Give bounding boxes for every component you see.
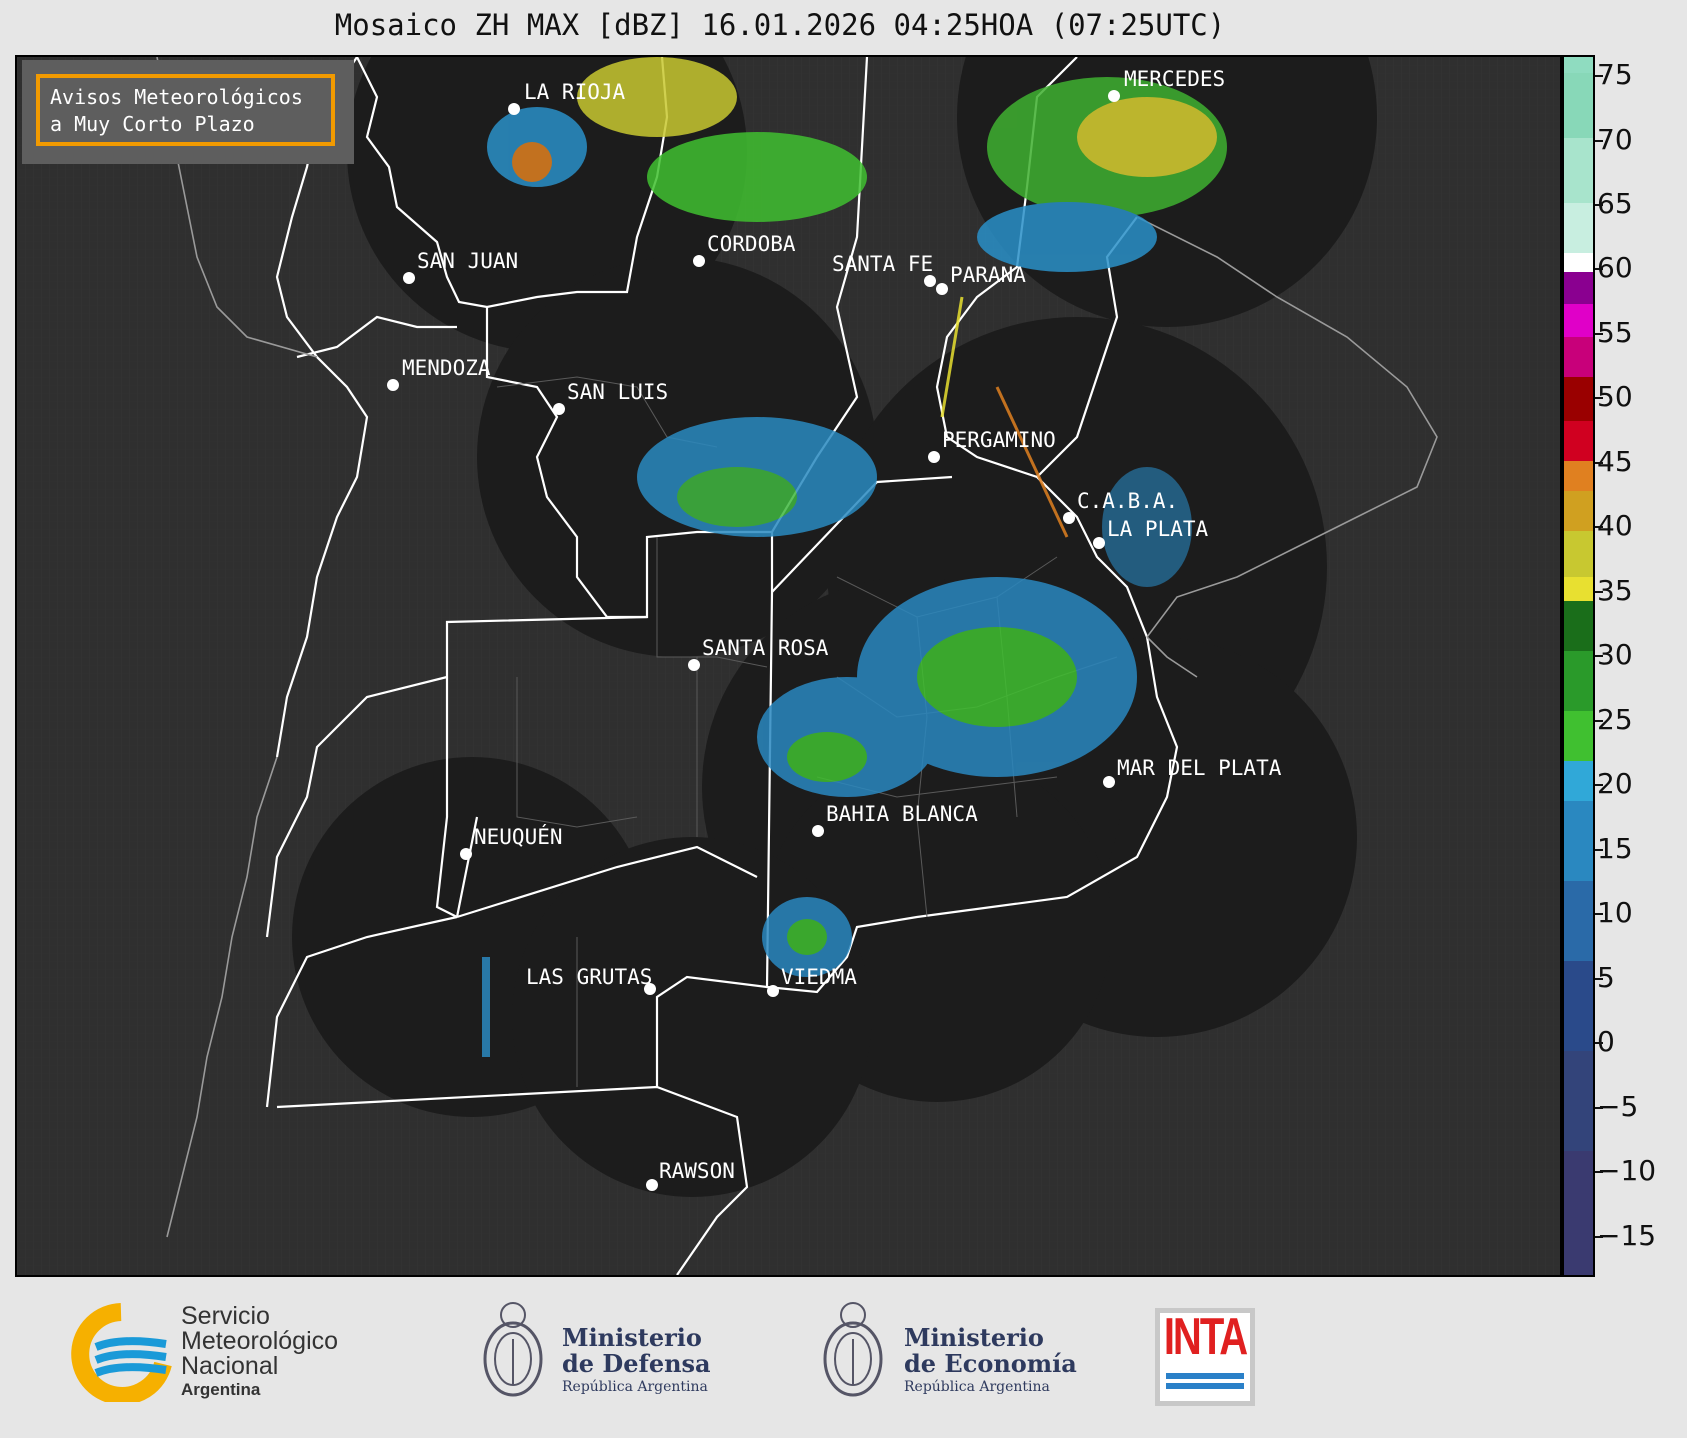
map-title: Mosaico ZH MAX [dBZ] 16.01.2026 04:25HOA…: [334, 8, 1226, 42]
tick-label: 15: [1597, 832, 1633, 865]
smn-line-4: Argentina: [181, 1380, 261, 1399]
notice-line-2: a Muy Corto Plazo: [50, 112, 255, 136]
tick-label: 50: [1597, 380, 1633, 413]
svg-text:VIEDMA: VIEDMA: [781, 965, 857, 989]
notice-label[interactable]: Avisos Meteorológicos a Muy Corto Plazo: [36, 74, 335, 146]
tick-label: 35: [1597, 574, 1633, 607]
defensa-logo: Ministerio de Defensa República Argentin…: [478, 1295, 728, 1415]
svg-text:RAWSON: RAWSON: [659, 1159, 735, 1183]
economia-line-2: de Economía: [904, 1349, 1077, 1378]
notice-box: Avisos Meteorológicos a Muy Corto Plazo: [22, 60, 354, 164]
svg-text:PARANA: PARANA: [950, 263, 1026, 287]
tick-label: −5: [1597, 1090, 1639, 1123]
tick-label: 0: [1597, 1025, 1615, 1058]
svg-text:PERGAMINO: PERGAMINO: [942, 428, 1056, 452]
tick-label: 25: [1597, 703, 1633, 736]
tick-label: 75: [1597, 58, 1633, 91]
svg-text:MAR DEL PLATA: MAR DEL PLATA: [1117, 756, 1282, 780]
svg-text:SANTA ROSA: SANTA ROSA: [702, 636, 829, 660]
inta-logo: INTA: [1155, 1308, 1255, 1406]
smn-logo: Servicio Meteorológico Nacional Argentin…: [66, 1302, 386, 1405]
colorbar-gradient: [1564, 57, 1593, 1275]
economia-logo: Ministerio de Economía República Argenti…: [818, 1295, 1078, 1415]
svg-text:CORDOBA: CORDOBA: [707, 232, 796, 256]
smn-line-3: Nacional: [181, 1352, 279, 1380]
tick-label: 55: [1597, 316, 1633, 349]
smn-line-2: Meteorológico: [181, 1327, 339, 1355]
coat-of-arms-icon: [823, 1302, 883, 1397]
tick-label: 60: [1597, 251, 1633, 284]
svg-text:BAHIA BLANCA: BAHIA BLANCA: [826, 802, 978, 826]
svg-text:SANTA FE: SANTA FE: [832, 252, 933, 276]
economia-line-1: Ministerio: [904, 1323, 1044, 1352]
colorbar: [1562, 55, 1595, 1277]
defensa-line-1: Ministerio: [562, 1323, 702, 1352]
tick-label: 65: [1597, 187, 1633, 220]
svg-text:SAN LUIS: SAN LUIS: [567, 380, 668, 404]
tick-label: 20: [1597, 767, 1633, 800]
tick-label: 30: [1597, 638, 1633, 671]
economia-line-3: República Argentina: [904, 1379, 1050, 1395]
svg-text:SAN JUAN: SAN JUAN: [417, 249, 518, 273]
svg-text:LA PLATA: LA PLATA: [1107, 517, 1209, 541]
inta-text: INTA: [1163, 1308, 1248, 1366]
defensa-line-2: de Defensa: [562, 1349, 711, 1378]
svg-text:NEUQUÉN: NEUQUÉN: [474, 824, 563, 849]
tick-label: 5: [1597, 961, 1615, 994]
coat-of-arms-icon: [483, 1302, 543, 1397]
svg-text:C.A.B.A.: C.A.B.A.: [1077, 489, 1178, 513]
svg-text:MENDOZA: MENDOZA: [402, 356, 491, 380]
tick-label: 45: [1597, 445, 1633, 478]
tick-label: 40: [1597, 509, 1633, 542]
map-canvas: LA RIOJA MERCEDES SAN JUAN CORDOBA SANTA…: [17, 0, 1560, 1276]
svg-text:LAS GRUTAS: LAS GRUTAS: [526, 965, 652, 989]
tick-label: −15: [1597, 1219, 1657, 1252]
tick-label: −10: [1597, 1154, 1657, 1187]
defensa-line-3: República Argentina: [562, 1379, 708, 1395]
radar-map[interactable]: LA RIOJA MERCEDES SAN JUAN CORDOBA SANTA…: [15, 0, 1562, 1277]
smn-line-1: Servicio: [181, 1302, 270, 1330]
notice-line-1: Avisos Meteorológicos: [50, 85, 303, 109]
tick-label: 10: [1597, 896, 1633, 929]
svg-text:LA RIOJA: LA RIOJA: [524, 80, 626, 104]
smn-emblem-icon: [71, 1303, 172, 1405]
svg-text:MERCEDES: MERCEDES: [1124, 67, 1225, 91]
tick-label: 70: [1597, 123, 1633, 156]
